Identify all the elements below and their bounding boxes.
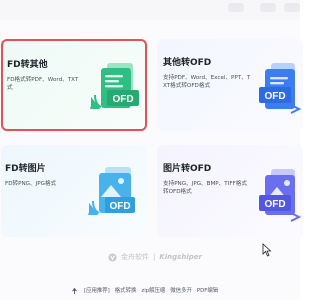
footer-link-pdf-edit[interactable]: PDF编辑 [197,286,218,294]
footer-link-app-recommend[interactable]: [应用推荐] [84,286,110,294]
card-title: FD转其他 [7,60,48,70]
ofd-badge-text: OFD [264,91,285,102]
top-strip [0,0,300,20]
card-title: FD转图片 [5,164,46,174]
footer-link-wechat-multi[interactable]: 微信多开 [170,286,192,294]
top-dot [228,3,244,12]
document-to-ofd-icon: OFD [257,61,303,121]
ofd-badge-text: OFD [112,94,133,105]
image-to-ofd-illustration: OFD [259,169,302,222]
card-image-to-ofd[interactable]: 图片转OFD 支持PNG、JPG、BMP、TIFF格式 转OFD格式 OFD [157,145,303,237]
ofd-badge-text: OFD [264,199,285,210]
footer-link-zip[interactable]: zip解压缩 [141,286,165,294]
card-description-line: FD格式转PDF、Word、TXT [7,77,79,83]
brand-logo-icon [108,252,117,262]
brand-watermark: 金舟软件 | Kingshiper [108,251,218,263]
ofd-to-image-icon: OFD [85,163,141,227]
ofd-to-document-icon: OFD [87,59,143,121]
ofd-to-image-illustration: OFD [88,167,135,215]
card-description-line: XT格式转OFD格式 [163,83,211,89]
card-ofd-to-image[interactable]: FD转图片 FD转PNG、JPG格式 OFD [1,145,147,237]
top-dot [284,3,300,12]
card-title: 图片转OFD [163,164,212,174]
card-description: 支持PDF、Word、Excel、PPT、T XT格式转OFD格式 [163,74,259,90]
brand-name: 金舟软件 [121,253,149,261]
card-description: FD格式转PDF、Word、TXT 式 [7,76,87,92]
brand-separator: | [153,253,156,261]
card-description-line: 支持PDF、Word、Excel、PPT、T [163,75,251,81]
card-description: FD转PNG、JPG格式 [5,180,85,188]
card-description-line: 式 [7,85,13,91]
image-to-ofd-icon: OFD [257,167,303,227]
ofd-to-document-illustration: OFD [90,63,139,109]
top-dot [260,3,276,12]
card-other-to-ofd[interactable]: 其他转OFD 支持PDF、Word、Excel、PPT、T XT格式转OFD格式… [157,39,303,131]
card-description-line: 支持PNG、JPG、BMP、TIFF格式 [163,181,247,187]
mouse-cursor-icon [262,243,272,257]
document-to-ofd-illustration: OFD [259,63,302,114]
card-title: 其他转OFD [163,58,212,68]
brand-latin: Kingshiper [159,253,202,261]
card-description: 支持PNG、JPG、BMP、TIFF格式 转OFD格式 [163,180,259,196]
ofd-converter-home: FD转其他 FD格式转PDF、Word、TXT 式 OFD 其他转OFD 支持P [0,0,303,300]
footer-link-format-convert[interactable]: 格式转换 [115,286,137,294]
card-description-line: FD转PNG、JPG格式 [5,181,57,187]
footer-bar: [应用推荐] 格式转换 zip解压缩 微信多开 PDF编辑 [70,284,300,296]
card-description-line: 转OFD格式 [163,189,192,195]
card-ofd-to-other[interactable]: FD转其他 FD格式转PDF、Word、TXT 式 OFD [1,39,147,131]
recommend-icon [71,287,78,294]
ofd-badge-text: OFD [109,201,130,212]
